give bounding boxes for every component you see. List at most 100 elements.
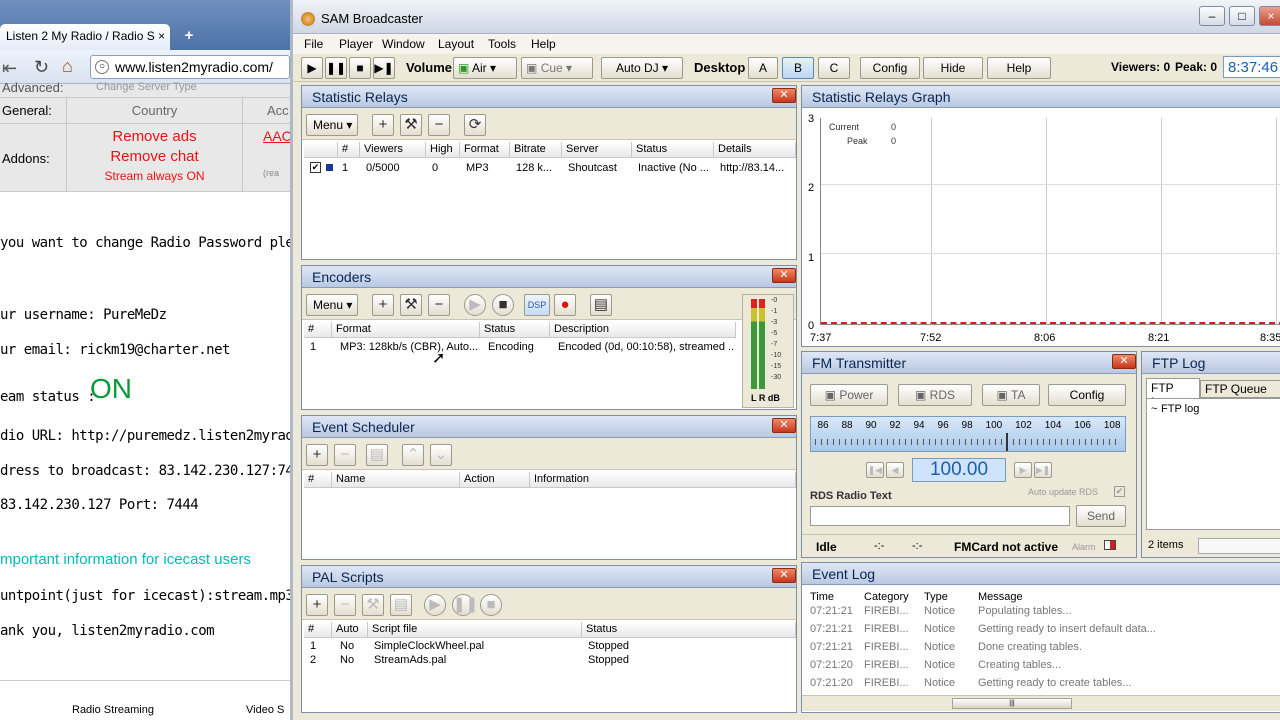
tree-expand-icon[interactable]: ~ bbox=[1151, 403, 1157, 415]
menu-file[interactable]: File bbox=[304, 37, 323, 51]
close-window-button[interactable]: × bbox=[1259, 6, 1280, 26]
desktop-c-button[interactable]: C bbox=[818, 57, 850, 79]
table-row[interactable]: 07:21:20 FIREBI... Notice Getting ready … bbox=[802, 677, 1280, 695]
menu-tools[interactable]: Tools bbox=[488, 37, 516, 51]
next-track-icon[interactable]: ▶❚ bbox=[373, 57, 395, 79]
add-icon[interactable]: + bbox=[306, 594, 328, 616]
close-panel-button[interactable]: ✕ bbox=[772, 268, 796, 283]
refresh-icon[interactable]: ⟳ bbox=[464, 114, 486, 136]
relays-menu-button[interactable]: Menu ▾ bbox=[306, 114, 358, 136]
pause-icon[interactable]: ❚❚ bbox=[325, 57, 347, 79]
volume-label: Volume bbox=[406, 60, 452, 75]
horizontal-scrollbar[interactable]: ||| bbox=[802, 695, 1280, 711]
rds-text-input[interactable] bbox=[810, 506, 1070, 526]
step-back-icon[interactable]: ◀ bbox=[886, 462, 904, 478]
stop-icon[interactable]: ■ bbox=[480, 594, 502, 616]
remove-icon[interactable]: − bbox=[428, 114, 450, 136]
dsp-button[interactable]: DSP bbox=[524, 294, 550, 316]
new-tab-button[interactable]: + bbox=[178, 28, 200, 46]
menu-layout[interactable]: Layout bbox=[438, 37, 474, 51]
menu-help[interactable]: Help bbox=[531, 37, 556, 51]
maximize-button[interactable]: □ bbox=[1229, 6, 1255, 26]
fm-config-button[interactable]: Config bbox=[1048, 384, 1126, 406]
start-icon[interactable]: ▶ bbox=[464, 294, 486, 316]
vu-left-bar bbox=[751, 299, 757, 389]
scrollbar-thumb[interactable]: ||| bbox=[952, 698, 1072, 709]
move-down-icon[interactable]: ⌄ bbox=[430, 444, 452, 466]
tab-ftp-queue[interactable]: FTP Queue bbox=[1200, 380, 1280, 398]
relay-enabled-checkbox[interactable]: ✔ bbox=[310, 162, 321, 173]
auto-update-rds-checkbox[interactable]: ✔ bbox=[1114, 486, 1125, 497]
autodj-dropdown[interactable]: Auto DJ ▾ bbox=[601, 57, 683, 79]
air-dropdown[interactable]: ▣ Air ▾ bbox=[453, 57, 517, 79]
hide-button[interactable]: Hide bbox=[923, 57, 983, 79]
send-button[interactable]: Send bbox=[1076, 505, 1126, 527]
table-row[interactable]: 07:21:21 FIREBI... Notice Getting ready … bbox=[802, 623, 1280, 641]
home-icon[interactable]: ⌂ bbox=[62, 56, 73, 77]
menu-player[interactable]: Player bbox=[339, 37, 373, 51]
event-scheduler-panel: Event Scheduler ✕ + − ▤ ⌃ ⌄ # Name Actio… bbox=[301, 415, 797, 560]
back-icon[interactable]: ⇤ bbox=[2, 58, 17, 79]
power-button[interactable]: ▣ Power bbox=[810, 384, 888, 406]
tab-ftp-log[interactable]: FTP Log bbox=[1146, 378, 1200, 409]
desktop-a-button[interactable]: A bbox=[748, 57, 778, 79]
radio-url-text: dio URL: http://puremedz.listen2myradio.… bbox=[0, 428, 292, 444]
move-up-icon[interactable]: ⌃ bbox=[402, 444, 424, 466]
remove-ads-link[interactable]: Remove ads bbox=[67, 128, 242, 145]
frequency-needle[interactable] bbox=[1006, 433, 1009, 451]
close-panel-button[interactable]: ✕ bbox=[772, 88, 796, 103]
address-bar[interactable]: www.listen2myradio.com/ bbox=[90, 55, 290, 79]
reload-icon[interactable]: ↻ bbox=[34, 57, 49, 78]
browser-tab[interactable]: Listen 2 My Radio / Radio S × bbox=[0, 24, 170, 50]
record-icon[interactable]: ● bbox=[554, 294, 576, 316]
edit-icon[interactable]: ▤ bbox=[390, 594, 412, 616]
table-row[interactable]: 07:21:20 FIREBI... Notice Creating table… bbox=[802, 659, 1280, 677]
close-panel-button[interactable]: ✕ bbox=[772, 418, 796, 433]
start-icon[interactable]: ▶ bbox=[424, 594, 446, 616]
stop-icon[interactable]: ■ bbox=[349, 57, 371, 79]
remove-chat-link[interactable]: Remove chat bbox=[67, 148, 242, 165]
footer-video-link[interactable]: Video S bbox=[246, 704, 284, 716]
tree-item-ftp-log[interactable]: FTP log bbox=[1161, 403, 1199, 415]
play-icon[interactable]: ▶ bbox=[301, 57, 323, 79]
remove-icon[interactable]: − bbox=[334, 594, 356, 616]
close-panel-button[interactable]: ✕ bbox=[1112, 354, 1136, 369]
edit-icon[interactable]: ▤ bbox=[366, 444, 388, 466]
table-row[interactable]: 07:21:21 FIREBI... Notice Done creating … bbox=[802, 641, 1280, 659]
remove-icon[interactable]: − bbox=[334, 444, 356, 466]
desktop-b-button[interactable]: B bbox=[782, 57, 814, 79]
stop-icon[interactable]: ■ bbox=[492, 294, 514, 316]
tools-icon[interactable]: ⚒ bbox=[400, 114, 422, 136]
tools-icon[interactable]: ⚒ bbox=[400, 294, 422, 316]
tools-icon[interactable]: ⚒ bbox=[362, 594, 384, 616]
rds-button[interactable]: ▣ RDS bbox=[898, 384, 972, 406]
remove-icon[interactable]: − bbox=[428, 294, 450, 316]
table-row[interactable]: 2 No StreamAds.pal Stopped bbox=[304, 654, 796, 668]
minimize-button[interactable]: – bbox=[1199, 6, 1225, 26]
aac-link[interactable]: AAC bbox=[263, 128, 292, 144]
alarm-icon[interactable] bbox=[1104, 540, 1116, 550]
table-row[interactable]: 1 MP3: 128kb/s (CBR), Auto... Encoding E… bbox=[304, 340, 736, 356]
table-row[interactable]: 07:21:21 FIREBI... Notice Populating tab… bbox=[802, 605, 1280, 623]
table-row[interactable]: ✔ 1 0/5000 0 MP3 128 k... Shoutcast Inac… bbox=[304, 160, 796, 176]
seek-end-icon[interactable]: ▶❚ bbox=[1034, 462, 1052, 478]
seek-start-icon[interactable]: ❚◀ bbox=[866, 462, 884, 478]
cue-dropdown[interactable]: ▣ Cue ▾ bbox=[521, 57, 593, 79]
step-forward-icon[interactable]: ▶ bbox=[1014, 462, 1032, 478]
add-icon[interactable]: + bbox=[372, 294, 394, 316]
encoders-panel: Encoders ✕ Menu ▾ + ⚒ − ▶ ■ DSP ● ▤ # Fo… bbox=[301, 265, 797, 410]
table-row[interactable]: 1 No SimpleClockWheel.pal Stopped bbox=[304, 640, 796, 654]
encoders-menu-button[interactable]: Menu ▾ bbox=[306, 294, 358, 316]
add-icon[interactable]: + bbox=[306, 444, 328, 466]
help-button[interactable]: Help bbox=[987, 57, 1051, 79]
footer-radio-streaming-link[interactable]: Radio Streaming bbox=[72, 704, 154, 716]
properties-icon[interactable]: ▤ bbox=[590, 294, 612, 316]
ta-button[interactable]: ▣ TA bbox=[982, 384, 1040, 406]
pause-icon[interactable]: ❚❚ bbox=[452, 594, 478, 616]
frequency-scale[interactable]: 86 88 90 92 94 96 98 100 102 104 106 108 bbox=[810, 416, 1126, 452]
config-button[interactable]: Config bbox=[860, 57, 920, 79]
menu-window[interactable]: Window bbox=[382, 37, 425, 51]
stream-always-on-link[interactable]: Stream always ON bbox=[67, 169, 242, 183]
add-icon[interactable]: + bbox=[372, 114, 394, 136]
close-panel-button[interactable]: ✕ bbox=[772, 568, 796, 583]
